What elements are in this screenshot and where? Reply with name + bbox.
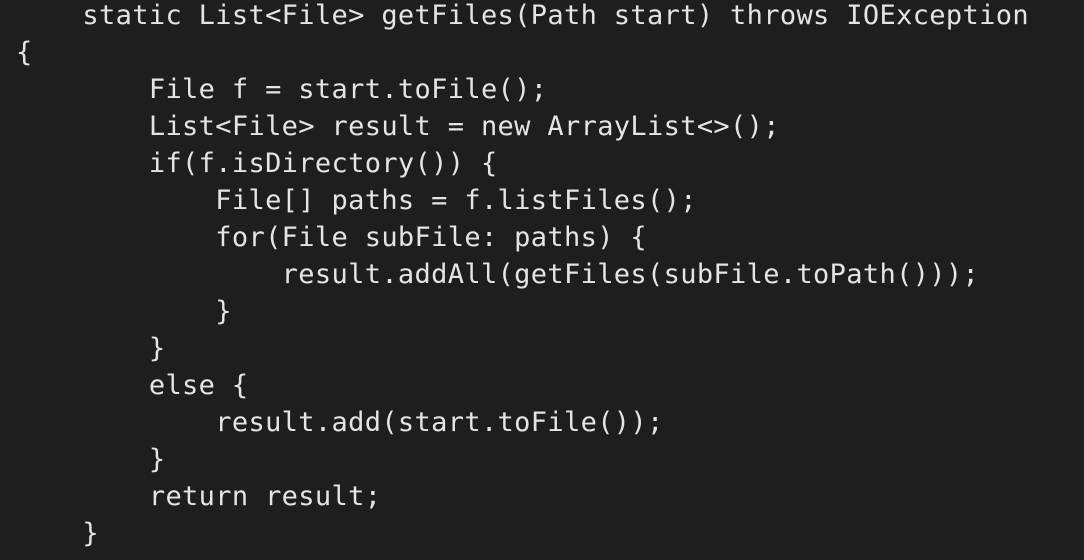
code-line[interactable]: } [16,330,1029,367]
code-block[interactable]: static List<File> getFiles(Path start) t… [16,0,1029,552]
code-line[interactable]: else { [16,367,1029,404]
code-line[interactable]: { [16,34,1029,71]
code-line[interactable]: result.add(start.toFile()); [16,404,1029,441]
code-line[interactable]: File[] paths = f.listFiles(); [16,182,1029,219]
code-editor[interactable]: static List<File> getFiles(Path start) t… [0,0,1084,560]
code-line[interactable]: for(File subFile: paths) { [16,219,1029,256]
code-line[interactable]: result.addAll(getFiles(subFile.toPath())… [16,256,1029,293]
code-line[interactable]: List<File> result = new ArrayList<>(); [16,108,1029,145]
code-line[interactable]: if(f.isDirectory()) { [16,145,1029,182]
code-line[interactable]: File f = start.toFile(); [16,71,1029,108]
code-line[interactable]: return result; [16,478,1029,515]
code-line[interactable]: } [16,293,1029,330]
code-line[interactable]: } [16,515,1029,552]
code-line[interactable]: static List<File> getFiles(Path start) t… [16,0,1029,34]
code-line[interactable]: } [16,441,1029,478]
